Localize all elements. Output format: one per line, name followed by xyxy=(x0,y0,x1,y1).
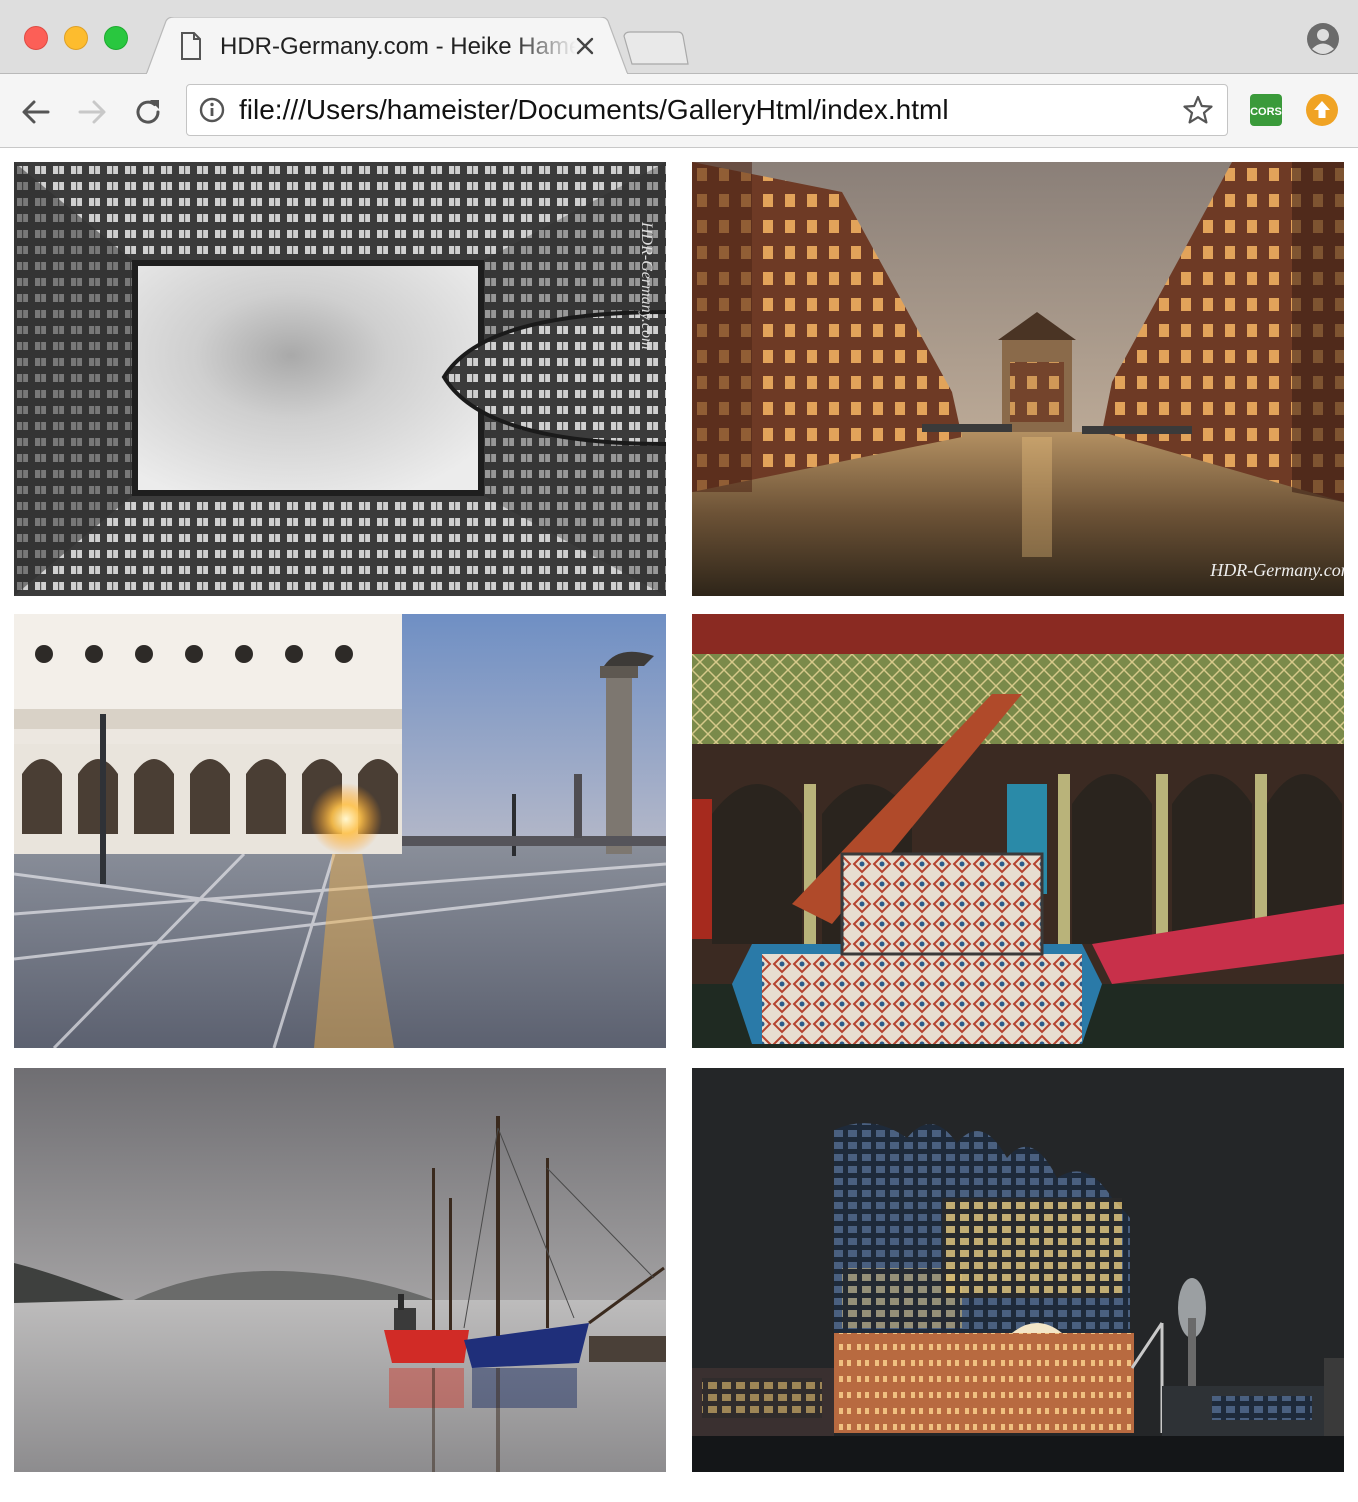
photo-ornate-arcade-fountain[interactable] xyxy=(692,614,1344,1048)
photo-elbphilharmonie-night[interactable] xyxy=(692,1068,1344,1502)
title-bar: HDR-Germany.com - Heike Hameister xyxy=(0,0,1358,75)
browser-toolbar: file:///Users/hameister/Documents/Galler… xyxy=(0,74,1358,148)
close-tab-icon[interactable] xyxy=(574,35,596,57)
address-bar[interactable]: file:///Users/hameister/Documents/Galler… xyxy=(186,84,1228,136)
tab-title: HDR-Germany.com - Heike Hameister xyxy=(220,33,576,60)
close-window-button[interactable] xyxy=(24,26,48,50)
photo-chilehaus-courtyard[interactable]: HDR-Germany.com xyxy=(14,162,666,596)
cors-extension-icon[interactable]: CORS xyxy=(1250,94,1282,126)
watermark-text: HDR-Germany.com xyxy=(1209,560,1344,580)
info-icon[interactable] xyxy=(199,97,225,123)
back-arrow-icon[interactable] xyxy=(20,96,52,128)
minimize-window-button[interactable] xyxy=(64,26,88,50)
photo-sailing-ships-harbor[interactable] xyxy=(14,1068,666,1502)
profile-icon[interactable] xyxy=(1306,22,1340,56)
url-text[interactable]: file:///Users/hameister/Documents/Galler… xyxy=(239,85,949,135)
reload-icon[interactable] xyxy=(132,96,164,128)
svg-text:CORS: CORS xyxy=(1250,106,1282,118)
forward-arrow-icon[interactable] xyxy=(76,96,108,128)
upload-extension-icon[interactable] xyxy=(1306,94,1338,126)
bookmark-star-icon[interactable] xyxy=(1183,95,1213,125)
watermark-text: HDR-Germany.com xyxy=(638,221,655,350)
document-icon xyxy=(181,32,201,60)
new-tab-button[interactable] xyxy=(620,30,690,66)
maximize-window-button[interactable] xyxy=(104,26,128,50)
photo-gallery: HDR-Germany.com HDR-Germany.com xyxy=(0,148,1358,1472)
photo-venice-piazzetta-sunrise[interactable] xyxy=(14,614,666,1048)
active-tab[interactable]: HDR-Germany.com - Heike Hameister xyxy=(146,17,628,75)
photo-speicherstadt-canal[interactable]: HDR-Germany.com xyxy=(692,162,1344,596)
